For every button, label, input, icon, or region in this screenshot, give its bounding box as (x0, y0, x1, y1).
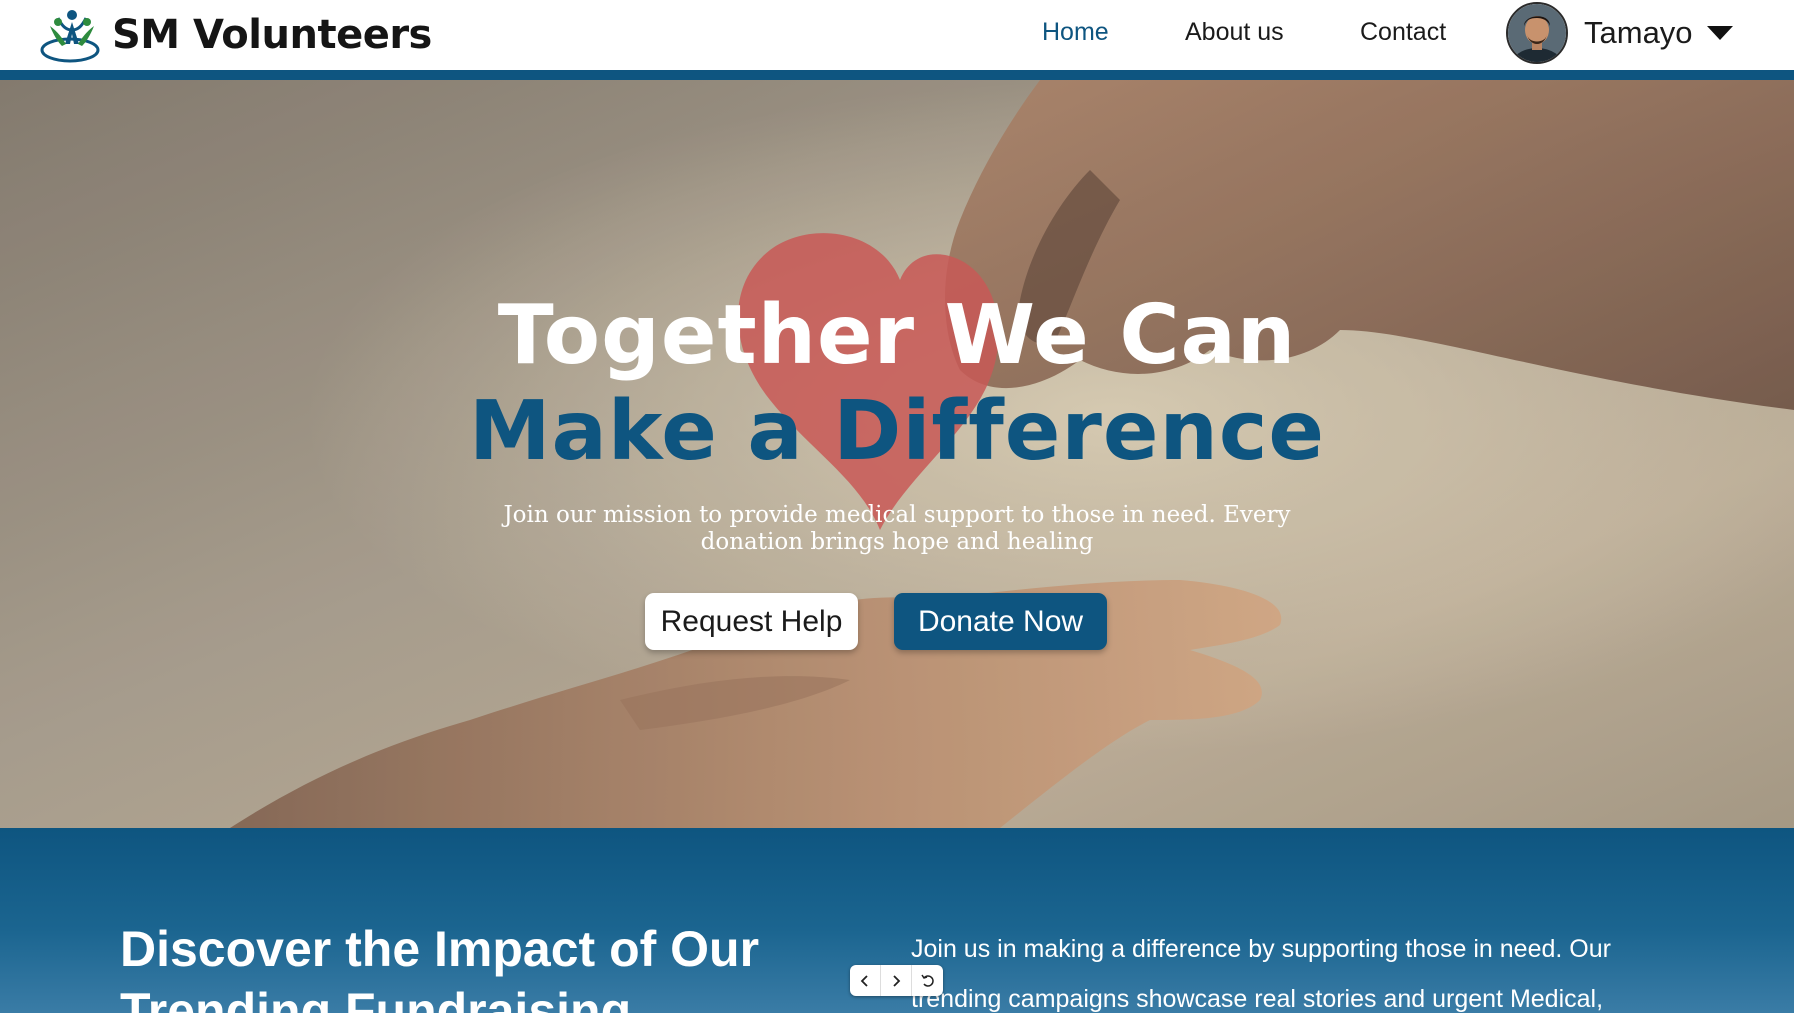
impact-title: Discover the Impact of Our Trending Fund… (120, 921, 760, 1013)
donate-now-button[interactable]: Donate Now (894, 593, 1107, 650)
hero-section: Together We Can Make a Difference Join o… (0, 80, 1794, 828)
nav-home-link[interactable]: Home (1042, 18, 1109, 47)
nav-contact-link[interactable]: Contact (1360, 18, 1446, 47)
navbar-accent-bar (0, 70, 1794, 80)
avatar[interactable] (1506, 2, 1568, 64)
user-menu[interactable]: Tamayo (1506, 2, 1733, 64)
user-avatar-icon (1508, 4, 1566, 62)
brand-name: SM Volunteers (112, 12, 432, 58)
chevron-left-icon[interactable] (850, 965, 881, 996)
slider-controls (850, 965, 943, 996)
hero-title-line2: Make a Difference (468, 384, 1326, 479)
caret-down-icon[interactable] (1706, 26, 1733, 40)
request-help-button[interactable]: Request Help (645, 593, 858, 650)
hero-title-line1: Together We Can (497, 288, 1297, 383)
chevron-right-icon[interactable] (881, 965, 912, 996)
reset-icon[interactable] (912, 965, 943, 996)
navbar: SM Volunteers Home About us Contact Tama… (0, 0, 1794, 70)
nav-about-link[interactable]: About us (1185, 18, 1284, 47)
logo[interactable]: SM Volunteers (38, 6, 432, 64)
impact-description: Join us in making a difference by suppor… (911, 935, 1611, 1013)
volunteers-logo-icon (40, 10, 100, 63)
user-name: Tamayo (1584, 15, 1693, 50)
hero-subtitle: Join our mission to provide medical supp… (503, 502, 1291, 555)
